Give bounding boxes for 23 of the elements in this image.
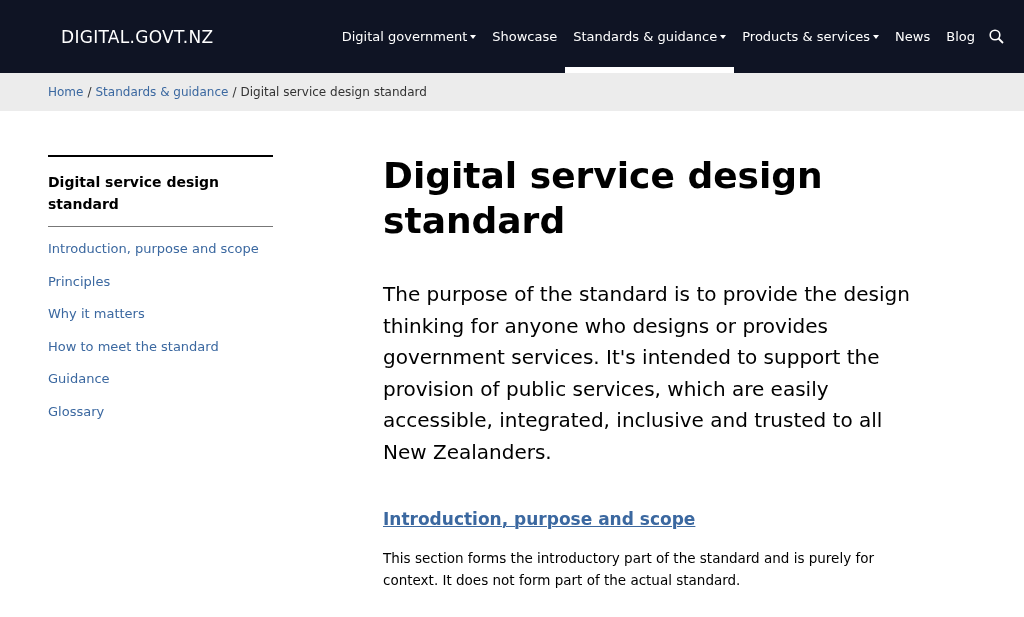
breadcrumb-current: Digital service design standard (240, 85, 427, 99)
section-paragraph: This section forms the introductory part of the standard and is purely for context. It does not form part of the actual standard. (383, 548, 876, 590)
sidebar-link[interactable]: Principles (48, 265, 273, 298)
sidebar-link[interactable]: Why it matters (48, 298, 273, 331)
breadcrumb-separator: / (87, 85, 92, 99)
breadcrumb-separator: / (232, 85, 237, 99)
breadcrumb-link[interactable]: Home (48, 85, 84, 99)
nav-link[interactable]: Showcase (484, 0, 566, 73)
sidebar-title: Digital service design standard (48, 155, 273, 227)
section-heading-link[interactable]: Introduction, purpose and scope (383, 508, 696, 529)
breadcrumb-link[interactable]: Standards & guidance (95, 85, 229, 99)
sidebar-link[interactable]: Introduction, purpose and scope (48, 233, 273, 266)
search-icon[interactable] (989, 29, 1004, 44)
nav-link[interactable]: Products & services (734, 0, 888, 73)
lead-paragraph: The purpose of the standard is to provide the design thinking for anyone who designs or provides government services. It's intended to support the provision of public services, which are easily accessible, integrated, inclusive and trusted to all New Zealanders. (383, 281, 911, 466)
nav-link[interactable]: News (887, 0, 939, 73)
site-logo[interactable]: DIGITAL.GOVT.NZ (61, 26, 214, 47)
nav-link[interactable]: Digital government (333, 0, 485, 73)
sidebar-link[interactable]: How to meet the standard (48, 330, 273, 363)
page-title: Digital service design standard (383, 154, 824, 243)
nav-link[interactable]: Blog (938, 0, 983, 73)
sidebar-link[interactable]: Guidance (48, 363, 273, 396)
sidebar-link[interactable]: Glossary (48, 395, 273, 428)
